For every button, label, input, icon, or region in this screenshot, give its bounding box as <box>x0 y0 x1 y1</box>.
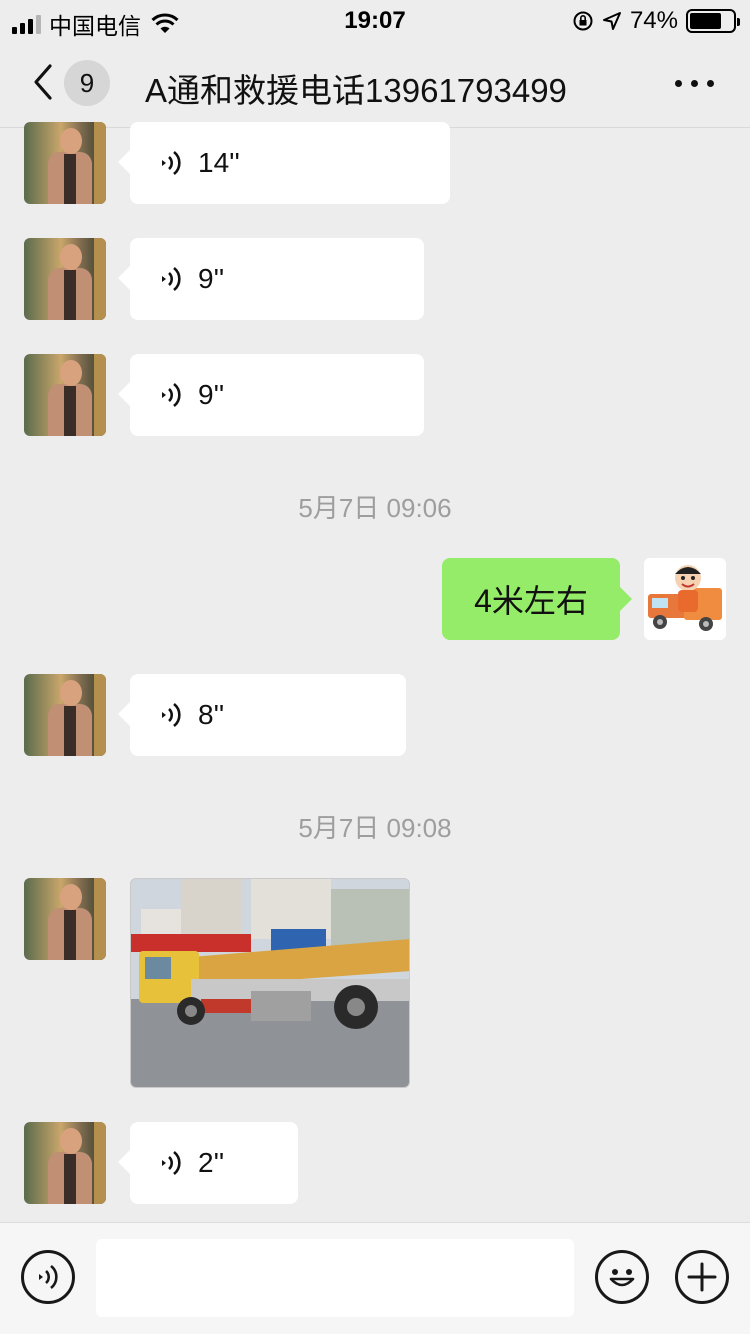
tow-truck-cartoon-icon <box>644 558 726 640</box>
voice-wave-icon <box>162 702 181 728</box>
input-bar <box>0 1222 750 1334</box>
voice-wave-icon <box>162 266 181 292</box>
voice-duration: 9'' <box>198 379 225 410</box>
contact-avatar[interactable] <box>24 354 106 436</box>
voice-duration: 2'' <box>198 1147 225 1178</box>
contact-avatar[interactable] <box>24 1122 106 1204</box>
voice-duration: 8'' <box>198 699 225 730</box>
voice-message-bubble[interactable]: 9'' <box>118 354 424 436</box>
status-right: 74% <box>572 7 740 35</box>
voice-mode-icon <box>39 1264 58 1290</box>
contact-avatar[interactable] <box>24 238 106 320</box>
my-avatar[interactable] <box>644 558 726 640</box>
message-timestamp: 5月7日 09:08 <box>298 813 452 843</box>
voice-wave-icon <box>162 1150 181 1176</box>
my-text-message-bubble[interactable]: 4米左右 <box>442 558 632 640</box>
voice-message-bubble[interactable]: 14'' <box>118 122 450 204</box>
emoji-icon <box>609 1269 635 1287</box>
voice-duration: 9'' <box>198 263 225 294</box>
voice-message-bubble[interactable]: 9'' <box>118 238 424 320</box>
contact-avatar[interactable] <box>24 122 106 204</box>
tow-truck-photo <box>131 879 409 1087</box>
voice-mode-button[interactable] <box>21 1250 75 1304</box>
voice-duration: 14'' <box>198 147 240 178</box>
voice-message-bubble[interactable]: 8'' <box>118 674 406 756</box>
chat-header: 9 A通和救援电话13961793499 <box>0 40 750 128</box>
plus-button[interactable] <box>675 1250 729 1304</box>
contact-avatar[interactable] <box>24 674 106 756</box>
voice-wave-icon <box>162 382 181 408</box>
unread-count-badge[interactable]: 9 <box>64 60 110 106</box>
battery-percent: 74% <box>629 7 678 34</box>
plus-icon <box>687 1262 717 1292</box>
back-chevron-icon[interactable] <box>28 62 58 102</box>
location-arrow-icon <box>602 12 621 30</box>
orientation-lock-icon <box>573 11 593 31</box>
voice-message-bubble[interactable]: 2'' <box>118 1122 298 1204</box>
contact-avatar[interactable] <box>24 878 106 960</box>
message-timestamp: 5月7日 09:06 <box>298 493 452 523</box>
battery-icon <box>686 9 740 33</box>
image-message[interactable] <box>130 878 410 1088</box>
message-input[interactable] <box>96 1239 574 1317</box>
status-bar: 中国电信 19:07 74% <box>0 0 750 40</box>
chat-title: A通和救援电话13961793499 <box>145 72 567 109</box>
voice-wave-icon <box>162 150 181 176</box>
emoji-button[interactable] <box>595 1250 649 1304</box>
more-icon[interactable] <box>675 80 714 87</box>
